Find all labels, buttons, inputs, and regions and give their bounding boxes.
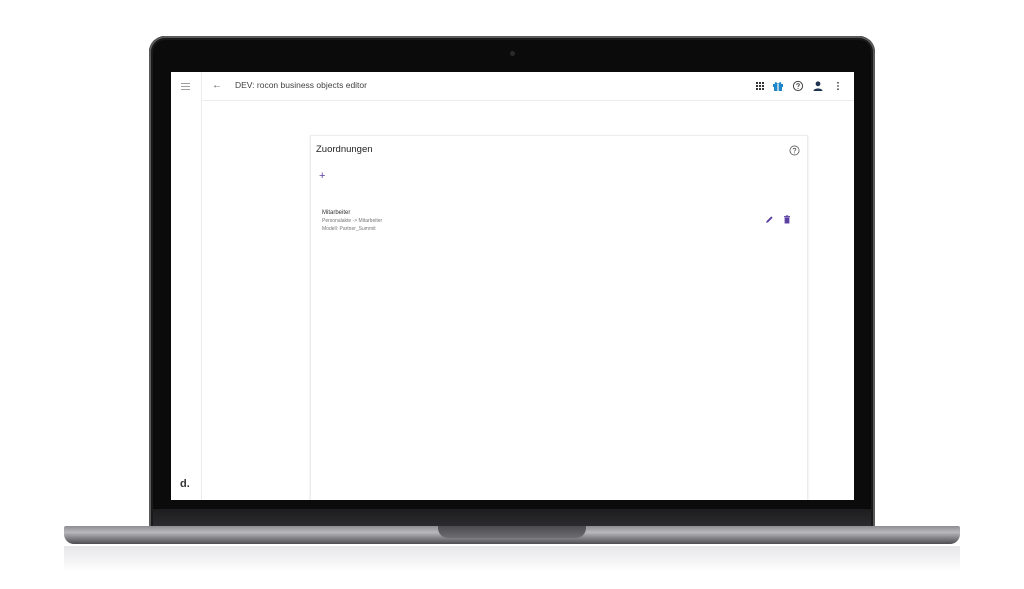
gift-icon[interactable]: [772, 80, 784, 92]
back-arrow-icon[interactable]: ←: [212, 79, 222, 93]
page-title: Zuordnungen: [316, 144, 373, 155]
brand-logo: d.: [180, 478, 190, 490]
laptop-hinge: [153, 509, 871, 526]
hamburger-icon[interactable]: [181, 83, 190, 90]
apps-grid-icon[interactable]: [754, 80, 766, 92]
help-icon[interactable]: [789, 145, 800, 156]
account-icon[interactable]: [812, 80, 824, 92]
assignments-card: Zuordnungen + Mitarbeiter Personalakte -…: [310, 135, 808, 500]
assignment-list-item[interactable]: Mitarbeiter Personalakte -> Mitarbeiter …: [322, 210, 796, 236]
top-app-bar: ← DEV: rocon business objects editor: [202, 72, 854, 101]
help-circle-icon[interactable]: [792, 80, 804, 92]
side-navigation-rail: d.: [171, 72, 202, 500]
webcam: [510, 51, 515, 56]
assignment-title: Mitarbeiter: [322, 210, 351, 216]
pencil-icon[interactable]: [765, 215, 774, 224]
assignment-mapping: Personalakte -> Mitarbeiter: [322, 218, 383, 224]
content-area: Zuordnungen + Mitarbeiter Personalakte -…: [202, 101, 854, 500]
assignment-model: Modell: Partner_Summit: [322, 226, 376, 232]
laptop-shadow: [64, 546, 960, 572]
trash-icon[interactable]: [783, 215, 791, 224]
app-title: DEV: rocon business objects editor: [235, 80, 367, 90]
app-screen: d. ← DEV: rocon business objects editor: [171, 72, 854, 500]
more-vert-icon[interactable]: [832, 80, 844, 92]
laptop-notch: [438, 526, 586, 538]
add-assignment-button[interactable]: +: [319, 170, 325, 182]
